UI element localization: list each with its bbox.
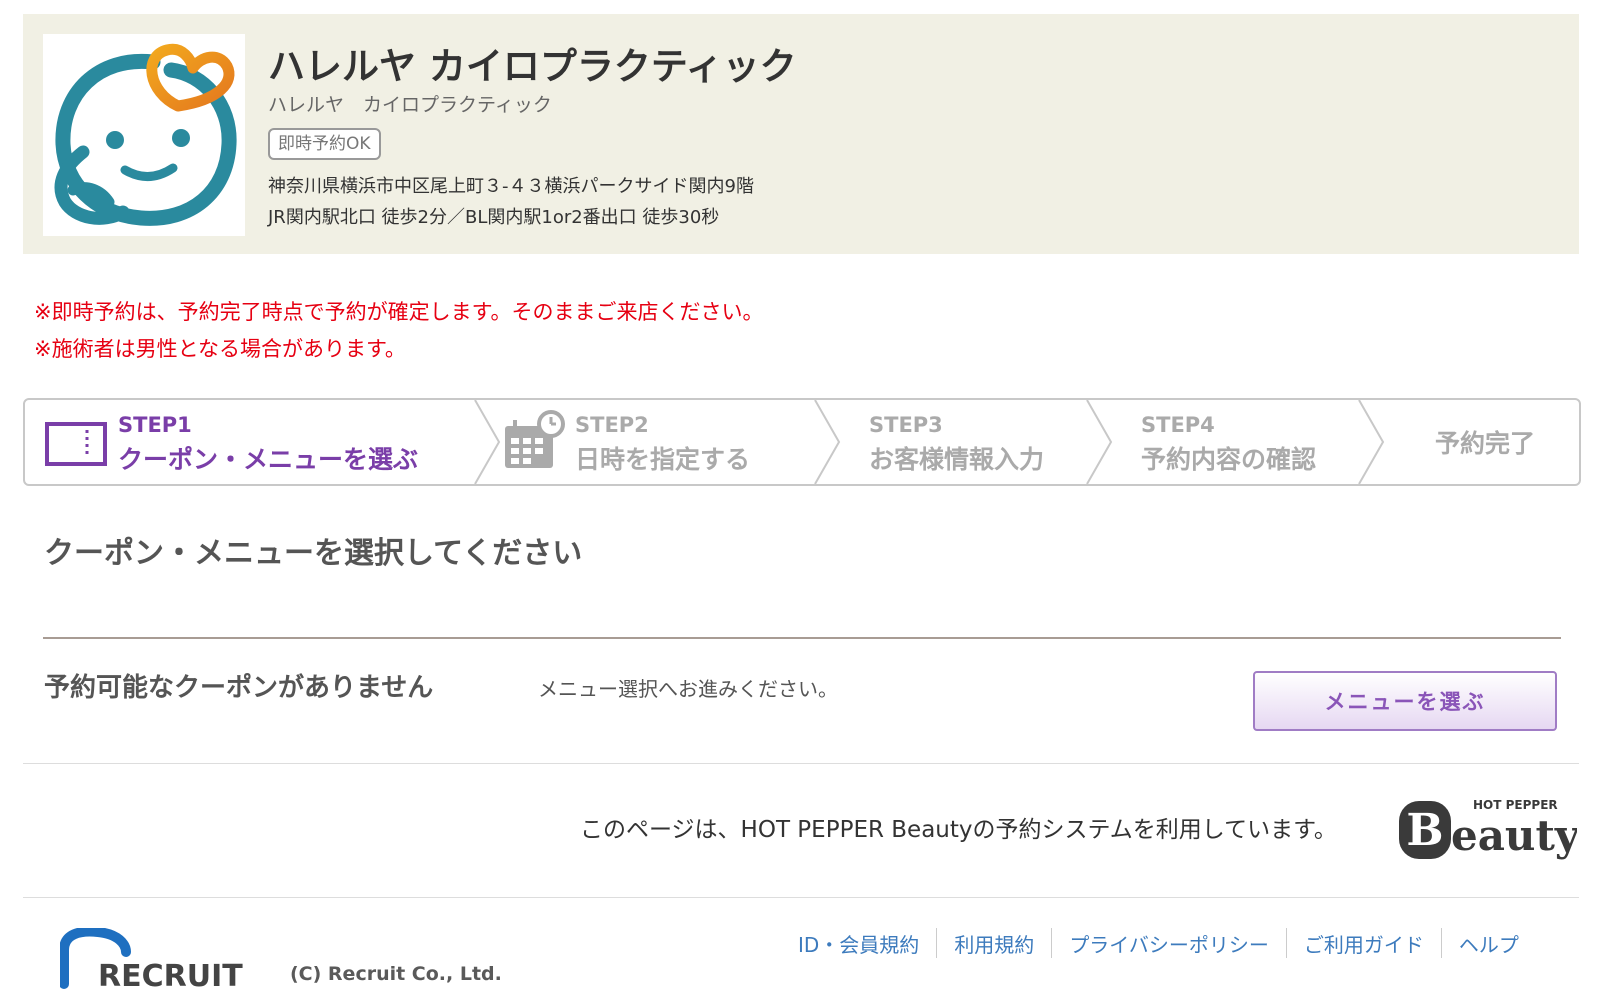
calendar-clock-icon — [505, 410, 565, 468]
shop-name: ハレルヤ カイロプラクティック — [268, 45, 797, 88]
step-3-number: STEP3 — [869, 413, 943, 437]
instant-booking-badge: 即時予約OK — [268, 128, 381, 160]
footer-links: ID・会員規約 利用規約 プライバシーポリシー ご利用ガイド ヘルプ — [798, 928, 1536, 958]
no-coupon-heading: 予約可能なクーポンがありません — [44, 673, 434, 703]
copyright-text: (C) Recruit Co., Ltd. — [290, 963, 502, 985]
hot-pepper-beauty-logo: B HOT PEPPER eauty — [1397, 795, 1581, 865]
footer-link-privacy[interactable]: プライバシーポリシー — [1052, 929, 1286, 958]
shop-header: ハレルヤ カイロプラクティック ハレルヤ カイロプラクティック 即時予約OK 神… — [23, 14, 1579, 254]
step-3-label: お客様情報入力 — [869, 445, 1045, 474]
step-1: STEP1 クーポン・メニューを選ぶ — [25, 400, 475, 484]
proceed-to-menu-message: メニュー選択へお進みください。 — [538, 677, 838, 701]
step-4-label: 予約内容の確認 — [1141, 445, 1317, 474]
shop-logo — [43, 34, 245, 236]
coupon-card-icon — [45, 422, 107, 466]
notice-male-practitioner: ※施術者は男性となる場合があります。 — [34, 337, 406, 361]
shop-address: 神奈川県横浜市中区尾上町３-４３横浜パークサイド関内9階 — [268, 176, 754, 197]
smiley-heart-logo-icon — [54, 43, 237, 226]
svg-text:HOT PEPPER: HOT PEPPER — [1473, 798, 1558, 812]
footer-link-terms[interactable]: 利用規約 — [937, 929, 1051, 958]
svg-text:B: B — [1406, 805, 1443, 856]
step-2-label: 日時を指定する — [575, 445, 751, 474]
divider — [23, 763, 1579, 764]
shop-access: JR関内駅北口 徒歩2分／BL関内駅1or2番出口 徒歩30秒 — [268, 207, 720, 228]
step-complete-label: 予約完了 — [1435, 429, 1536, 458]
booking-steps: STEP1 クーポン・メニューを選ぶ STEP2 日時を指定する STEP3 お… — [23, 398, 1581, 486]
step-1-label: クーポン・メニューを選ぶ — [118, 445, 419, 474]
footer-divider — [23, 897, 1579, 898]
step-4-number: STEP4 — [1141, 413, 1215, 437]
footer-link-guide[interactable]: ご利用ガイド — [1287, 929, 1441, 958]
footer-link-help[interactable]: ヘルプ — [1442, 929, 1536, 958]
shop-name-kana: ハレルヤ カイロプラクティック — [268, 94, 552, 116]
footer-link-member-terms[interactable]: ID・会員規約 — [798, 929, 936, 958]
powered-by-text: このページは、HOT PEPPER Beautyの予約システムを利用しています。 — [580, 817, 1337, 843]
select-menu-button[interactable]: メニューを選ぶ — [1253, 671, 1557, 731]
section-divider — [43, 637, 1561, 639]
step-2-number: STEP2 — [575, 413, 649, 437]
step-2: STEP2 日時を指定する — [499, 400, 815, 484]
step-1-number: STEP1 — [118, 413, 192, 437]
step-3: STEP3 お客様情報入力 — [839, 400, 1087, 484]
svg-text:eauty: eauty — [1451, 811, 1577, 860]
section-title: クーポン・メニューを選択してください — [44, 536, 583, 571]
notice-instant-booking: ※即時予約は、予約完了時点で予約が確定します。そのままご来店ください。 — [34, 300, 764, 324]
svg-text:RECRUIT: RECRUIT — [98, 959, 243, 990]
step-4: STEP4 予約内容の確認 — [1111, 400, 1359, 484]
hot-pepper-beauty-logo-icon: B HOT PEPPER eauty — [1399, 798, 1581, 860]
recruit-logo-icon: RECRUIT — [59, 926, 243, 994]
recruit-logo: RECRUIT — [59, 926, 280, 994]
